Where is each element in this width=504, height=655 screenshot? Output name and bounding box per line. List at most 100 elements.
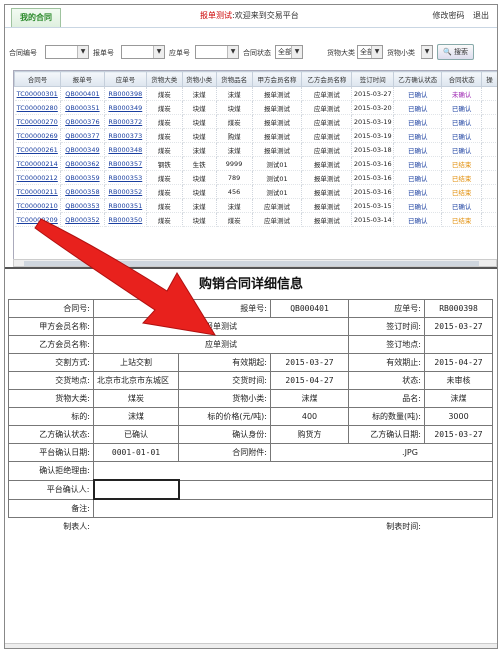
cell-order-no[interactable]: QB000351 bbox=[60, 100, 105, 115]
category-value: 煤炭 bbox=[93, 389, 179, 408]
contract-no-select[interactable]: ▼ bbox=[45, 45, 89, 59]
table-row[interactable]: TC00000211 QB000358 RB000352 煤炭 块煤 456 测试01 报单测… bbox=[14, 184, 497, 199]
detail-row: 交货地点: 北京市北京市东城区 交货时间: 2015-04-27 状态: 未审核 bbox=[8, 371, 493, 390]
cell-order-no[interactable]: QB000353 bbox=[60, 198, 105, 213]
cell-stock-no[interactable]: RB000373 bbox=[104, 128, 147, 143]
table-row[interactable]: TC00000214 QB000362 RB000357 钢铁 生铁 9999 测试01 报单… bbox=[14, 156, 497, 171]
cell-extra bbox=[481, 100, 497, 115]
platform-confirmer-field[interactable] bbox=[92, 479, 180, 500]
confirm-identity-value: 购货方 bbox=[270, 425, 349, 444]
cell-stock-no[interactable]: RB000350 bbox=[104, 212, 147, 227]
column-header[interactable]: 合同号 bbox=[14, 71, 61, 87]
column-header[interactable]: 货物小类 bbox=[181, 71, 217, 87]
column-header[interactable]: 甲方会员名称 bbox=[251, 71, 303, 87]
cell-contract-no[interactable]: TC00000301 bbox=[14, 86, 61, 101]
column-header[interactable]: 签订时间 bbox=[351, 71, 395, 87]
cell-contract-no[interactable]: TC00000270 bbox=[14, 114, 61, 129]
delivery-time-label: 交货时间: bbox=[178, 371, 271, 390]
cell-contract-state: 已确认 bbox=[441, 114, 483, 129]
cell-party-a: 报单测试 bbox=[252, 100, 303, 115]
grid-horizontal-scrollbar[interactable] bbox=[13, 259, 497, 267]
column-header[interactable]: 乙方确认状态 bbox=[393, 71, 443, 87]
detail-row: 货物大类: 煤炭 货物小类: 沫煤 品名: 沫煤 bbox=[8, 389, 493, 408]
cell-product: 789 bbox=[216, 170, 253, 185]
cell-order-no[interactable]: QB000349 bbox=[60, 142, 105, 157]
detail-row: 备注: bbox=[8, 498, 493, 518]
cell-subcategory: 块煤 bbox=[182, 114, 217, 129]
cell-b-confirm-state: 已确认 bbox=[393, 156, 443, 171]
cell-order-no[interactable]: QB000352 bbox=[60, 212, 105, 227]
logout-link[interactable]: 退出 bbox=[473, 11, 489, 20]
cell-contract-no[interactable]: TC00000214 bbox=[14, 156, 61, 171]
column-header-extra: 操 bbox=[481, 71, 497, 87]
cell-party-a: 报单测试 bbox=[252, 114, 303, 129]
order-no-select[interactable]: ▼ bbox=[121, 45, 165, 59]
remark-field[interactable] bbox=[93, 498, 493, 518]
status-select[interactable]: 全部 ▼ bbox=[275, 45, 303, 59]
column-header[interactable]: 应单号 bbox=[103, 71, 147, 87]
cell-product: 煤炭 bbox=[216, 212, 253, 227]
cell-b-confirm-state: 已确认 bbox=[393, 184, 443, 199]
table-row[interactable]: TC00000209 QB000352 RB000350 煤炭 块煤 煤炭 应单测试 报单测试… bbox=[14, 212, 497, 227]
cell-stock-no[interactable]: RB000372 bbox=[104, 114, 147, 129]
detail-horizontal-scrollbar[interactable] bbox=[5, 643, 497, 648]
subcategory-select[interactable]: ▼ bbox=[421, 45, 433, 59]
search-button[interactable]: 🔍 搜索 bbox=[437, 44, 474, 60]
cell-contract-no[interactable]: TC00000212 bbox=[14, 170, 61, 185]
cell-subcategory: 生铁 bbox=[182, 156, 217, 171]
column-header[interactable]: 合同状态 bbox=[441, 71, 483, 87]
column-header[interactable]: 货物品名 bbox=[215, 71, 253, 87]
state-value: 未审核 bbox=[424, 371, 493, 390]
cell-contract-no[interactable]: TC00000280 bbox=[14, 100, 61, 115]
change-password-link[interactable]: 修改密码 bbox=[432, 11, 464, 20]
status-select-value: 全部 bbox=[278, 48, 292, 56]
cell-stock-no[interactable]: RB000353 bbox=[104, 170, 147, 185]
table-row[interactable]: TC00000269 QB000377 RB000373 煤炭 块煤 购煤 报单测试 应单测试… bbox=[14, 128, 497, 143]
cell-order-no[interactable]: QB000376 bbox=[60, 114, 105, 129]
table-row[interactable]: TC00000280 QB000351 RB000349 煤炭 块煤 块煤 报单测试 应单测试… bbox=[14, 100, 497, 115]
cell-extra bbox=[481, 170, 497, 185]
cell-contract-no[interactable]: TC00000261 bbox=[14, 142, 61, 157]
table-row[interactable]: TC00000261 QB000349 RB000348 煤炭 沫煤 沫煤 报单测试 应单测试… bbox=[14, 142, 497, 157]
category-select[interactable]: 全部 ▼ bbox=[357, 45, 383, 59]
cell-contract-no[interactable]: TC00000211 bbox=[14, 184, 61, 199]
cell-order-no[interactable]: QB000359 bbox=[60, 170, 105, 185]
cell-stock-no[interactable]: RB000348 bbox=[104, 142, 147, 157]
table-row[interactable]: TC00000212 QB000359 RB000353 煤炭 块煤 789 测试01 报单测… bbox=[14, 170, 497, 185]
detail-row: 乙方会员名称: 应单测试 签订地点: bbox=[8, 335, 493, 354]
cell-contract-no[interactable]: TC00000209 bbox=[14, 212, 61, 227]
cell-category: 钢铁 bbox=[146, 156, 183, 171]
cell-order-no[interactable]: QB000358 bbox=[60, 184, 105, 199]
cell-party-b: 应单测试 bbox=[301, 114, 353, 129]
reject-reason-label: 确认拒绝理由: bbox=[8, 461, 94, 481]
chevron-down-icon: ▼ bbox=[153, 46, 164, 58]
detail-row: 合同号: 报单号: QB000401 应单号: RB000398 bbox=[8, 299, 493, 318]
detail-row: 制表人: 制表时间: bbox=[8, 517, 493, 536]
cell-subcategory: 块煤 bbox=[182, 212, 217, 227]
cell-contract-no[interactable]: TC00000269 bbox=[14, 128, 61, 143]
cell-order-no[interactable]: QB000362 bbox=[60, 156, 105, 171]
table-row[interactable]: TC00000301 QB000401 RB000398 煤炭 沫煤 沫煤 报单测试 应单测试… bbox=[14, 86, 497, 101]
stock-no-select[interactable]: ▼ bbox=[195, 45, 239, 59]
cell-stock-no[interactable]: RB000352 bbox=[104, 184, 147, 199]
tab-my-contracts[interactable]: 我的合同 bbox=[11, 8, 61, 27]
cell-stock-no[interactable]: RB000351 bbox=[104, 198, 147, 213]
cell-stock-no[interactable]: RB000349 bbox=[104, 100, 147, 115]
delivery-place-value: 北京市北京市东城区 bbox=[93, 371, 179, 390]
sign-place-label: 签订地点: bbox=[348, 335, 425, 354]
cell-order-no[interactable]: QB000377 bbox=[60, 128, 105, 143]
cell-category: 煤炭 bbox=[146, 212, 183, 227]
cell-stock-no[interactable]: RB000398 bbox=[104, 86, 147, 101]
column-header[interactable]: 报单号 bbox=[59, 71, 105, 87]
column-header[interactable]: 货物大类 bbox=[145, 71, 183, 87]
cell-order-no[interactable]: QB000401 bbox=[60, 86, 105, 101]
attachment-value[interactable]: .JPG bbox=[270, 443, 493, 462]
scrollbar-thumb[interactable] bbox=[24, 261, 479, 266]
cell-category: 煤炭 bbox=[146, 184, 183, 199]
table-row[interactable]: TC00000210 QB000353 RB000351 煤炭 沫煤 沫煤 应单测试 报单测试… bbox=[14, 198, 497, 213]
cell-sign-time: 2015-03-16 bbox=[351, 170, 395, 185]
column-header[interactable]: 乙方会员名称 bbox=[301, 71, 353, 87]
cell-contract-no[interactable]: TC00000210 bbox=[14, 198, 61, 213]
cell-stock-no[interactable]: RB000357 bbox=[104, 156, 147, 171]
table-row[interactable]: TC00000270 QB000376 RB000372 煤炭 块煤 煤炭 报单测试 应单测试… bbox=[14, 114, 497, 129]
